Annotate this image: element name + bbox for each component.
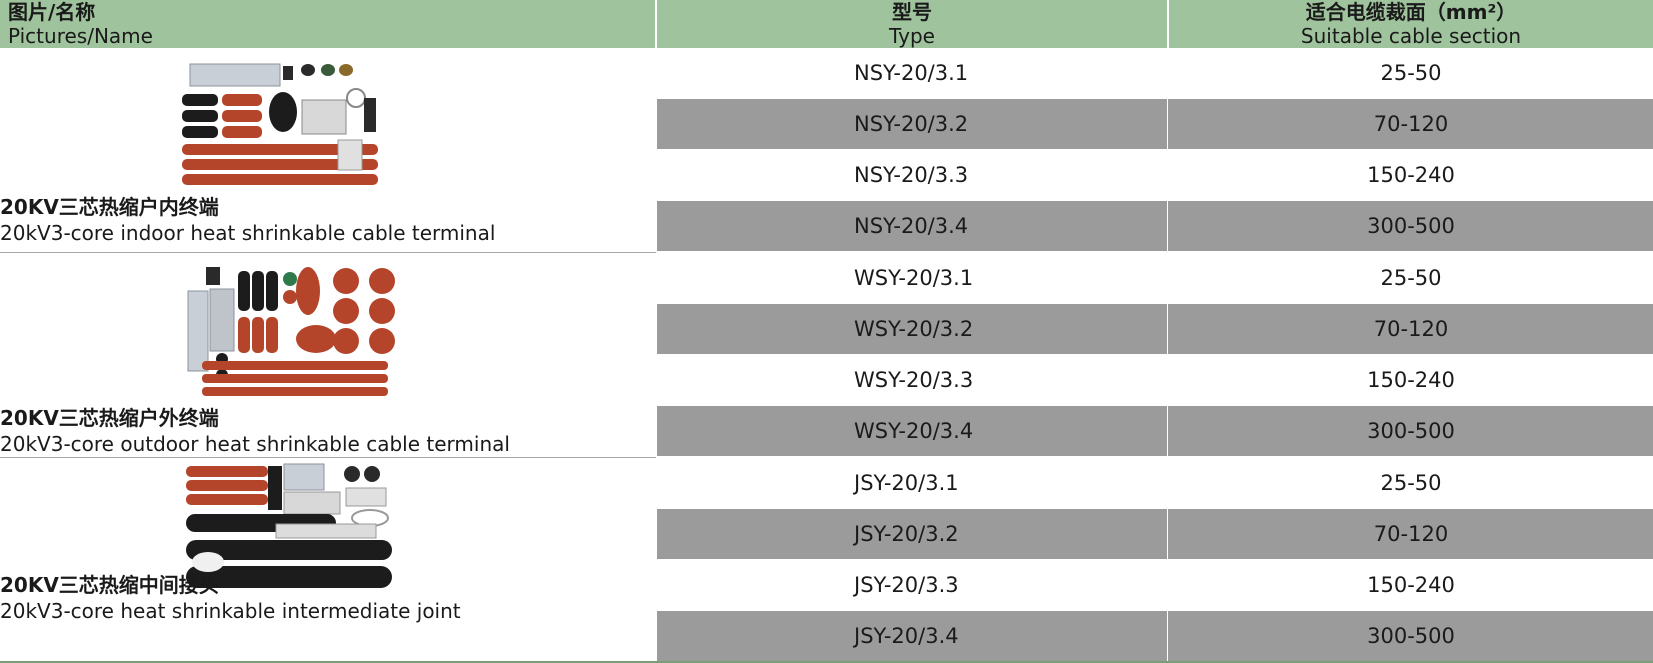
table-row: JSY-20/3.2 70-120: [657, 509, 1653, 559]
section-cell: 150-240: [1367, 573, 1455, 597]
header-section-cn: 适合电缆裁面（mm²）: [1305, 0, 1517, 24]
header-name-en: Pictures/Name: [8, 24, 153, 48]
group-name-cn: 20KV三芯热缩中间接头: [0, 573, 219, 597]
table-row: JSY-20/3.4 300-500: [657, 611, 1653, 661]
group-name-cn: 20KV三芯热缩户内终端: [0, 195, 219, 219]
group-name-en: 20kV3-core indoor heat shrinkable cable …: [0, 221, 496, 245]
section-cell: 300-500: [1367, 624, 1455, 648]
type-cell: WSY-20/3.4: [657, 406, 1168, 456]
section-cell: 25-50: [1380, 471, 1442, 495]
header-type-en: Type: [889, 24, 935, 48]
product-group-indoor-terminal: 20KV三芯热缩户内终端 20kV3-core indoor heat shri…: [0, 48, 656, 253]
table-row: JSY-20/3.1 25-50: [657, 458, 1653, 508]
type-cell: NSY-20/3.1: [854, 61, 969, 85]
type-cell: JSY-20/3.1: [854, 471, 959, 495]
type-cell: WSY-20/3.3: [854, 368, 974, 392]
table-row: WSY-20/3.2 70-120: [657, 304, 1653, 354]
group-name-en: 20kV3-core heat shrinkable intermediate …: [0, 599, 461, 623]
section-cell: 300-500: [1367, 214, 1455, 238]
header-type-cn: 型号: [892, 0, 932, 24]
type-cell: WSY-20/3.2: [657, 304, 1168, 354]
type-cell: NSY-20/3.3: [854, 163, 969, 187]
product-group-intermediate-joint: 20KV三芯热缩中间接头 20kV3-core heat shrinkable …: [0, 458, 656, 663]
group-name-cn: 20KV三芯热缩户外终端: [0, 406, 219, 430]
section-cell: 300-500: [1367, 419, 1455, 443]
type-cell: NSY-20/3.4: [657, 201, 1168, 251]
product-group-outdoor-terminal: 20KV三芯热缩户外终端 20kV3-core outdoor heat shr…: [0, 253, 656, 458]
header-section-en: Suitable cable section: [1300, 24, 1522, 48]
table-row: NSY-20/3.4 300-500: [657, 201, 1653, 251]
product-table: 图片/名称 Pictures/Name 型号 Type 适合电缆裁面（mm²） …: [0, 0, 1653, 663]
section-cell: 70-120: [1373, 112, 1449, 136]
section-cell: 70-120: [1373, 522, 1449, 546]
table-row: WSY-20/3.3 150-240: [657, 355, 1653, 405]
header-type-cell: 型号 Type: [657, 0, 1168, 48]
section-cell: 25-50: [1380, 266, 1442, 290]
header-name-cn: 图片/名称: [8, 0, 96, 24]
table-row: NSY-20/3.1 25-50: [657, 48, 1653, 98]
section-cell: 150-240: [1367, 368, 1455, 392]
header-section-cell: 适合电缆裁面（mm²） Suitable cable section: [1169, 0, 1653, 48]
table-row: WSY-20/3.1 25-50: [657, 253, 1653, 303]
section-cell: 70-120: [1373, 317, 1449, 341]
section-cell: 150-240: [1367, 163, 1455, 187]
table-row: JSY-20/3.3 150-240: [657, 560, 1653, 610]
type-cell: JSY-20/3.4: [657, 611, 1168, 661]
table-row: NSY-20/3.3 150-240: [657, 150, 1653, 200]
group-name-en: 20kV3-core outdoor heat shrinkable cable…: [0, 432, 510, 456]
header-name-cell: 图片/名称 Pictures/Name: [0, 0, 656, 48]
indoor-terminal-kit-image: [182, 63, 378, 185]
type-cell: WSY-20/3.1: [854, 266, 974, 290]
type-cell: NSY-20/3.2: [657, 99, 1168, 149]
table-row: NSY-20/3.2 70-120: [657, 99, 1653, 149]
section-cell: 25-50: [1380, 61, 1442, 85]
table-row: WSY-20/3.4 300-500: [657, 406, 1653, 456]
type-cell: JSY-20/3.3: [854, 573, 959, 597]
type-cell: JSY-20/3.2: [657, 509, 1168, 559]
outdoor-terminal-kit-image: [187, 267, 395, 396]
